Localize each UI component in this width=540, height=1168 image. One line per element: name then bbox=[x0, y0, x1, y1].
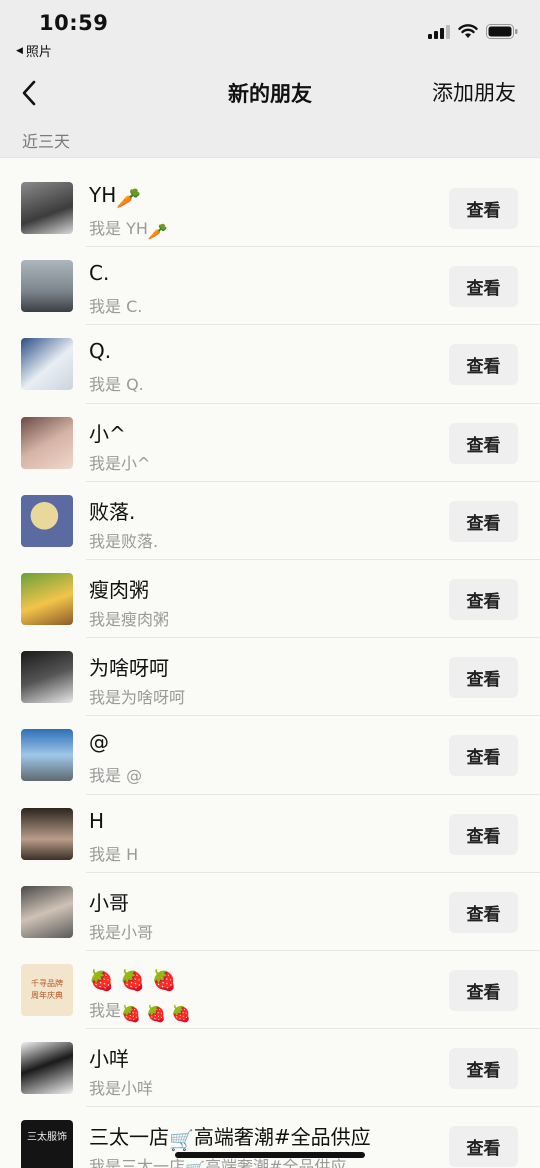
view-button[interactable]: 查看 bbox=[449, 188, 518, 229]
contact-name: 小哥 bbox=[89, 890, 129, 915]
contact-name: 败落. bbox=[89, 499, 136, 524]
contact-name: YH🥕 bbox=[89, 183, 142, 210]
view-button[interactable]: 查看 bbox=[449, 266, 518, 308]
avatar[interactable] bbox=[21, 338, 73, 391]
section-header: 近三天 bbox=[22, 132, 71, 151]
carrot-icon: 🥕 bbox=[116, 186, 142, 210]
list-item[interactable]: C. 我是 C. 查看 bbox=[0, 247, 540, 326]
list-item[interactable]: 小咩 我是小咩 查看 bbox=[0, 1029, 540, 1108]
list-item[interactable]: H 我是 H 查看 bbox=[0, 795, 540, 873]
list-item[interactable]: 三太服饰 三太一店🛒高端奢潮#全品供应 我是三太一店🛒高端奢潮#全品供应 查看 bbox=[0, 1107, 540, 1168]
contact-message: 我是小哥 bbox=[89, 922, 154, 942]
avatar[interactable] bbox=[21, 729, 73, 782]
back-to-photos-link[interactable]: ◀ 照片 bbox=[16, 41, 52, 60]
list-item[interactable]: 小哥 我是小哥 查看 bbox=[0, 873, 540, 952]
contact-name: Q. bbox=[89, 339, 112, 364]
signal-icon bbox=[428, 24, 450, 39]
view-button[interactable]: 查看 bbox=[449, 969, 518, 1011]
avatar-logo-text: 周年庆典 bbox=[31, 990, 63, 1000]
shopping-cart-icon: 🛒 bbox=[169, 1128, 194, 1153]
wifi-icon bbox=[458, 24, 478, 38]
system-icons bbox=[428, 24, 518, 39]
list-item[interactable]: YH🥕 我是 YH🥕 查看 bbox=[0, 169, 540, 248]
contact-name: 🍓 🍓 🍓 bbox=[89, 965, 176, 992]
view-button[interactable]: 查看 bbox=[449, 578, 518, 620]
avatar[interactable] bbox=[21, 182, 73, 234]
avatar[interactable] bbox=[21, 807, 73, 860]
contact-message: 我是瘦肉粥 bbox=[89, 609, 170, 629]
avatar[interactable] bbox=[21, 885, 73, 938]
contact-message: 我是 H bbox=[89, 844, 139, 864]
shopping-cart-icon: 🛒 bbox=[185, 1160, 205, 1168]
contact-name: 小咩 bbox=[89, 1047, 129, 1072]
view-button[interactable]: 查看 bbox=[449, 735, 518, 777]
list-item[interactable]: 败落. 我是败落. 查看 bbox=[0, 482, 540, 561]
home-indicator[interactable] bbox=[175, 1152, 365, 1158]
view-button[interactable]: 查看 bbox=[449, 422, 518, 464]
avatar[interactable] bbox=[21, 494, 73, 547]
back-app-label: 照片 bbox=[25, 45, 52, 60]
contact-name: @ bbox=[89, 730, 109, 755]
avatar[interactable]: 千寻品牌 周年庆典 bbox=[21, 963, 73, 1016]
view-button[interactable]: 查看 bbox=[449, 657, 518, 699]
avatar[interactable]: 三太服饰 bbox=[21, 1120, 73, 1168]
contact-name: H bbox=[89, 808, 105, 833]
contact-message: 我是败落. bbox=[89, 531, 159, 551]
list-item[interactable]: Q. 我是 Q. 查看 bbox=[0, 325, 540, 404]
contact-message: 我是 Q. bbox=[89, 375, 144, 395]
contact-name: 小^ bbox=[89, 421, 126, 446]
contact-message: 我是 YH🥕 bbox=[89, 219, 168, 241]
avatar[interactable] bbox=[21, 651, 73, 704]
view-button[interactable]: 查看 bbox=[449, 344, 518, 386]
friend-request-list: YH🥕 我是 YH🥕 查看 C. 我是 C. 查看 Q. 我是 Q. 查看 小^… bbox=[0, 157, 540, 1168]
strawberry-icon: 🍓 🍓 🍓 bbox=[89, 967, 177, 992]
status-bar: 10:59 ◀ 照片 bbox=[0, 0, 540, 70]
contact-message: 我是小^ bbox=[89, 453, 151, 473]
view-button[interactable]: 查看 bbox=[449, 500, 518, 542]
triangle-left-icon: ◀ bbox=[16, 45, 23, 56]
avatar[interactable] bbox=[21, 1042, 73, 1095]
status-time: 10:59 bbox=[39, 11, 109, 35]
view-button[interactable]: 查看 bbox=[449, 1048, 518, 1090]
list-item[interactable]: @ 我是 @ 查看 bbox=[0, 716, 540, 795]
battery-icon bbox=[486, 24, 518, 39]
list-item[interactable]: 小^ 我是小^ 查看 bbox=[0, 404, 540, 482]
list-item[interactable]: 为啥呀呵 我是为啥呀呵 查看 bbox=[0, 638, 540, 717]
contact-name: 三太一店🛒高端奢潮#全品供应 bbox=[89, 1125, 371, 1153]
contact-name: C. bbox=[89, 261, 110, 286]
avatar[interactable] bbox=[21, 416, 73, 469]
new-friends-screen: 10:59 ◀ 照片 新的朋友 添加朋友 近三天 YH🥕 我是 YH🥕 查看 C… bbox=[0, 0, 540, 1168]
carrot-icon: 🥕 bbox=[147, 222, 168, 241]
list-item[interactable]: 千寻品牌 周年庆典 🍓 🍓 🍓 我是🍓 🍓 🍓 查看 bbox=[0, 951, 540, 1030]
contact-message: 我是小咩 bbox=[89, 1079, 154, 1099]
contact-name: 为啥呀呵 bbox=[89, 656, 169, 681]
nav-bar: 新的朋友 添加朋友 bbox=[0, 66, 540, 120]
view-button[interactable]: 查看 bbox=[449, 813, 518, 855]
avatar-logo-text: 千寻品牌 bbox=[31, 978, 63, 988]
contact-message: 我是🍓 🍓 🍓 bbox=[89, 1000, 191, 1023]
strawberry-icon: 🍓 🍓 🍓 bbox=[121, 1003, 191, 1023]
contact-message: 我是 @ bbox=[89, 766, 143, 786]
contact-message: 我是 C. bbox=[89, 297, 143, 317]
add-friend-button[interactable]: 添加朋友 bbox=[432, 77, 516, 107]
avatar-logo-text: 三太服饰 bbox=[27, 1132, 67, 1144]
avatar[interactable] bbox=[21, 572, 73, 625]
contact-name: 瘦肉粥 bbox=[89, 577, 149, 602]
view-button[interactable]: 查看 bbox=[449, 891, 518, 933]
list-divider bbox=[0, 157, 540, 169]
contact-message: 我是为啥呀呵 bbox=[89, 688, 186, 708]
avatar[interactable] bbox=[21, 260, 73, 313]
list-item[interactable]: 瘦肉粥 我是瘦肉粥 查看 bbox=[0, 560, 540, 639]
view-button[interactable]: 查看 bbox=[449, 1126, 518, 1168]
